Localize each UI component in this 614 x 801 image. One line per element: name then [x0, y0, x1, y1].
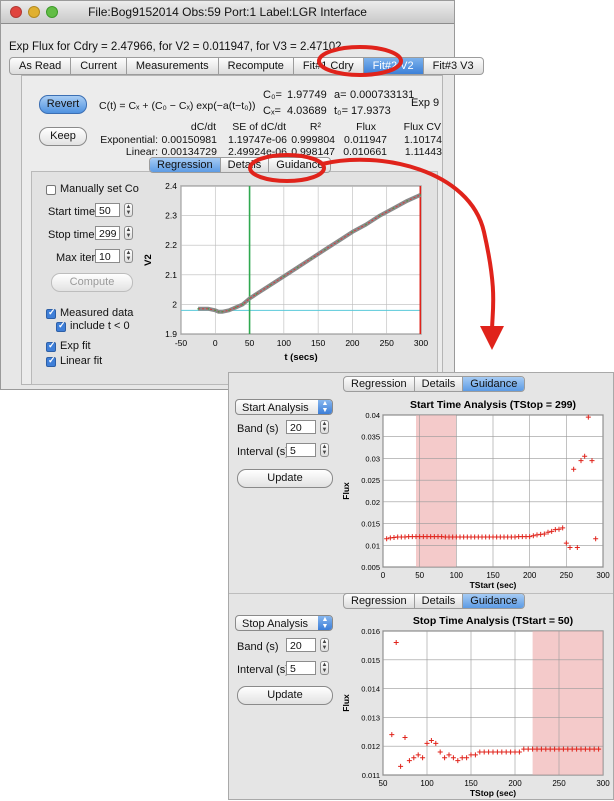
annotation-circle-guidance — [248, 153, 326, 183]
annotation-circle-tab — [317, 45, 403, 77]
annotation-arrowhead — [480, 326, 504, 350]
annotation-layer — [248, 45, 504, 350]
annotation-arrow — [321, 157, 496, 333]
